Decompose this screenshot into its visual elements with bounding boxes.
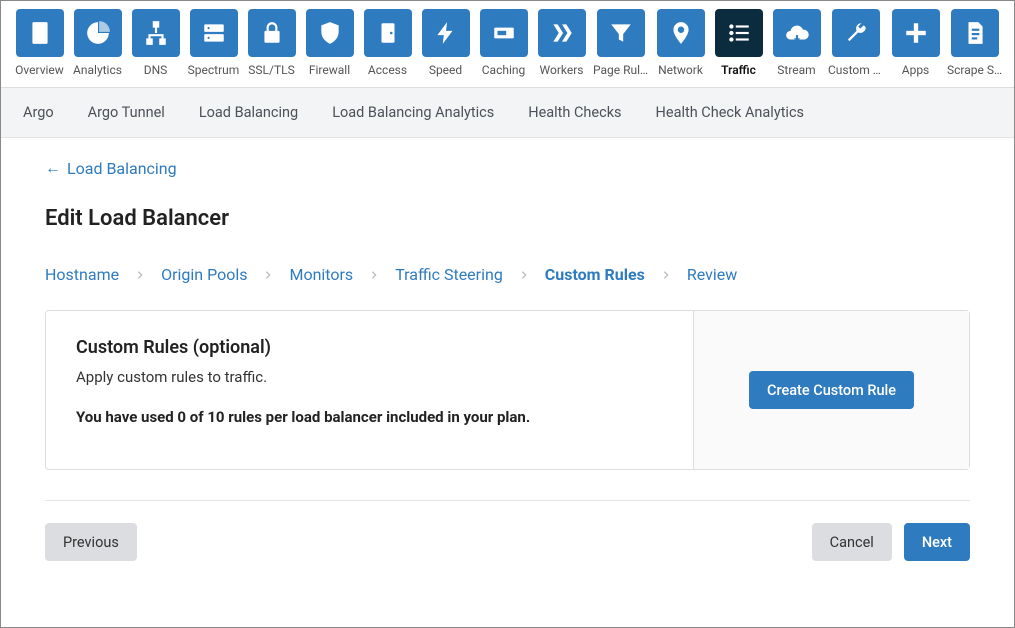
wizard-breadcrumb: Hostname Origin Pools Monitors Traffic Stee…	[45, 265, 970, 284]
server-icon	[190, 9, 238, 57]
nav-item-label: SSL/TLS	[248, 63, 294, 77]
nav-item-label: Firewall	[309, 63, 350, 77]
subnav-item-health-check-analytics[interactable]: Health Check Analytics	[656, 104, 805, 121]
chevron-right-icon	[263, 265, 273, 284]
crumb-hostname[interactable]: Hostname	[45, 265, 119, 284]
pin-icon	[657, 9, 705, 57]
cloud-icon	[773, 9, 821, 57]
nav-item-label: Caching	[482, 63, 526, 77]
chevron-right-icon	[135, 265, 145, 284]
create-custom-rule-button[interactable]: Create Custom Rule	[749, 371, 914, 409]
nav-item-network[interactable]: Network	[654, 9, 707, 77]
nav-item-label: Scrape S…	[947, 63, 1002, 77]
doc-icon	[951, 9, 999, 57]
nav-item-scrape-s-[interactable]: Scrape S…	[947, 9, 1002, 77]
arrow-left-icon: ←	[45, 158, 61, 178]
crumb-monitors[interactable]: Monitors	[289, 265, 353, 284]
nav-item-apps[interactable]: Apps	[889, 9, 942, 77]
clipboard-icon	[16, 9, 64, 57]
crumb-traffic-steering[interactable]: Traffic Steering	[395, 265, 503, 284]
workers-icon	[538, 9, 586, 57]
subnav-item-load-balancing-analytics[interactable]: Load Balancing Analytics	[332, 104, 494, 121]
nav-item-label: Spectrum	[188, 63, 240, 77]
nav-item-spectrum[interactable]: Spectrum	[187, 9, 240, 77]
nav-item-firewall[interactable]: Firewall	[303, 9, 356, 77]
bolt-icon	[422, 9, 470, 57]
primary-nav: Overview Analytics DNS Spectrum SSL/TLS Firew…	[1, 1, 1014, 77]
nav-item-overview[interactable]: Overview	[13, 9, 66, 77]
back-link-label: Load Balancing	[67, 159, 177, 178]
nav-item-analytics[interactable]: Analytics	[71, 9, 124, 77]
door-icon	[364, 9, 412, 57]
crumb-review[interactable]: Review	[687, 265, 737, 284]
nav-item-label: Overview	[15, 63, 64, 77]
page-title: Edit Load Balancer	[45, 206, 970, 231]
list-icon	[715, 9, 763, 57]
nav-item-dns[interactable]: DNS	[129, 9, 182, 77]
lock-icon	[248, 9, 296, 57]
divider	[45, 500, 970, 501]
chevron-right-icon	[369, 265, 379, 284]
nav-item-label: Apps	[902, 63, 930, 77]
panel-heading: Custom Rules (optional)	[76, 337, 663, 358]
nav-item-label: Page Rules	[593, 63, 649, 77]
wrench-icon	[832, 9, 880, 57]
nav-item-label: Access	[368, 63, 407, 77]
nav-item-label: Network	[658, 63, 703, 77]
nav-item-ssl-tls[interactable]: SSL/TLS	[245, 9, 298, 77]
nav-item-label: Workers	[540, 63, 584, 77]
chevron-right-icon	[519, 265, 529, 284]
nav-item-workers[interactable]: Workers	[535, 9, 588, 77]
pie-icon	[74, 9, 122, 57]
nav-item-speed[interactable]: Speed	[419, 9, 472, 77]
chevron-right-icon	[661, 265, 671, 284]
nav-item-label: Speed	[429, 63, 462, 77]
previous-button[interactable]: Previous	[45, 523, 137, 561]
nav-item-access[interactable]: Access	[361, 9, 414, 77]
subnav-item-health-checks[interactable]: Health Checks	[528, 104, 621, 121]
nav-item-label: DNS	[144, 63, 168, 77]
nav-item-stream[interactable]: Stream	[770, 9, 823, 77]
secondary-nav: Argo Argo Tunnel Load Balancing Load Balanc…	[1, 88, 1014, 138]
nav-item-page-rules[interactable]: Page Rules	[593, 9, 649, 77]
rules-usage-text: You have used 0 of 10 rules per load bal…	[76, 408, 663, 426]
back-to-load-balancing-link[interactable]: ← Load Balancing	[45, 158, 177, 178]
nav-item-label: Analytics	[73, 63, 122, 77]
cancel-button[interactable]: Cancel	[812, 523, 892, 561]
shield-icon	[306, 9, 354, 57]
crumb-origin-pools[interactable]: Origin Pools	[161, 265, 247, 284]
next-button[interactable]: Next	[904, 523, 970, 561]
crumb-custom-rules[interactable]: Custom Rules	[545, 265, 645, 284]
custom-rules-panel: Custom Rules (optional) Apply custom rul…	[45, 310, 970, 470]
subnav-item-argo-tunnel[interactable]: Argo Tunnel	[88, 104, 165, 121]
panel-description: Apply custom rules to traffic.	[76, 368, 663, 386]
funnel-icon	[597, 9, 645, 57]
nav-item-caching[interactable]: Caching	[477, 9, 530, 77]
nav-item-traffic[interactable]: Traffic	[712, 9, 765, 77]
subnav-item-argo[interactable]: Argo	[23, 104, 54, 121]
sitemap-icon	[132, 9, 180, 57]
nav-item-label: Stream	[777, 63, 815, 77]
wizard-footer: Previous Cancel Next	[45, 523, 970, 581]
nav-item-custom-p-[interactable]: Custom P…	[828, 9, 884, 77]
drive-icon	[480, 9, 528, 57]
nav-item-label: Custom P…	[828, 63, 884, 77]
subnav-item-load-balancing[interactable]: Load Balancing	[199, 104, 298, 121]
plus-icon	[892, 9, 940, 57]
nav-item-label: Traffic	[721, 63, 756, 77]
